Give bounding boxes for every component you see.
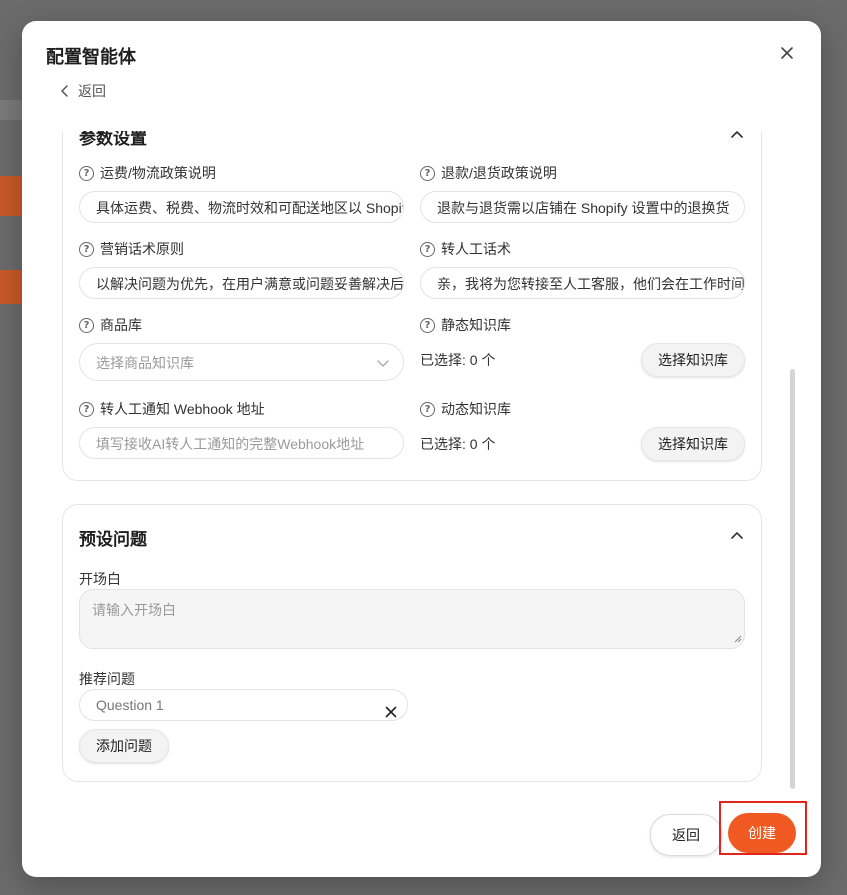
webhook-label: 转人工通知 Webhook 地址	[100, 401, 265, 417]
dynamic-kb-selected-count: 已选择: 0 个	[420, 436, 496, 452]
question-value: Question 1	[96, 697, 164, 713]
static-kb-label: 静态知识库	[441, 317, 511, 333]
background-accent	[0, 270, 22, 304]
preset-collapse-button[interactable]	[727, 525, 747, 545]
product-library-placeholder: 选择商品知识库	[96, 355, 194, 371]
handoff-script-label: 转人工话术	[441, 241, 511, 257]
product-library-select[interactable]: 选择商品知识库	[79, 343, 404, 381]
question-input[interactable]: Question 1	[79, 689, 408, 721]
clear-question-button[interactable]	[385, 698, 397, 728]
dynamic-kb-field: ? 动态知识库 已选择: 0 个 选择知识库	[420, 399, 745, 461]
footer-back-button[interactable]: 返回	[650, 814, 722, 856]
marketing-principle-input[interactable]: 以解决问题为优先，在用户满意或问题妥善解决后	[79, 267, 404, 299]
params-section: 参数设置 ? 运费/物流政策说明 具体运费、税费、物流时效和可配送地区以 Sho…	[62, 131, 762, 481]
close-icon	[781, 47, 793, 59]
preset-section-title: 预设问题	[79, 530, 147, 549]
shipping-policy-label: 运费/物流政策说明	[100, 165, 216, 181]
params-collapse-button[interactable]	[727, 131, 747, 144]
preset-questions-section: 预设问题 开场白 请输入开场白 推荐问题 Question 1 添加问题	[62, 504, 762, 782]
configure-agent-modal: 配置智能体 返回 参数设置 ? 运费/物流政策说明 具体运费、税费、物流时效和可…	[22, 21, 821, 877]
marketing-principle-field: ? 营销话术原则 以解决问题为优先，在用户满意或问题妥善解决后	[79, 239, 404, 299]
back-link[interactable]: 返回	[60, 81, 106, 101]
handoff-script-field: ? 转人工话术 亲，我将为您转接至人工客服，他们会在工作时间	[420, 239, 745, 299]
add-question-button[interactable]: 添加问题	[79, 729, 169, 763]
help-icon[interactable]: ?	[79, 317, 94, 333]
static-kb-select-button[interactable]: 选择知识库	[641, 343, 745, 377]
static-kb-selected-count: 已选择: 0 个	[420, 352, 496, 368]
close-icon	[385, 706, 397, 718]
resize-handle-icon[interactable]	[734, 630, 742, 646]
product-library-field: ? 商品库 选择商品知识库	[79, 315, 404, 381]
webhook-input[interactable]: 填写接收AI转人工通知的完整Webhook地址	[79, 427, 404, 459]
shipping-policy-input[interactable]: 具体运费、税费、物流时效和可配送地区以 Shopify	[79, 191, 404, 223]
opening-placeholder: 请输入开场白	[92, 602, 176, 618]
chevron-up-icon	[731, 131, 743, 138]
modal-scroll-area[interactable]: 参数设置 ? 运费/物流政策说明 具体运费、税费、物流时效和可配送地区以 Sho…	[22, 131, 821, 803]
opening-textarea[interactable]: 请输入开场白	[79, 589, 745, 649]
help-icon[interactable]: ?	[79, 165, 94, 181]
background-accent	[0, 176, 22, 216]
background-page	[0, 100, 22, 120]
help-icon[interactable]: ?	[420, 317, 435, 333]
refund-policy-input[interactable]: 退款与退货需以店铺在 Shopify 设置中的退换货	[420, 191, 745, 223]
shipping-policy-field: ? 运费/物流政策说明 具体运费、税费、物流时效和可配送地区以 Shopify	[79, 163, 404, 223]
modal-title: 配置智能体	[46, 47, 136, 67]
help-icon[interactable]: ?	[420, 165, 435, 181]
refund-policy-field: ? 退款/退货政策说明 退款与退货需以店铺在 Shopify 设置中的退换货	[420, 163, 745, 223]
marketing-principle-label: 营销话术原则	[100, 241, 184, 257]
create-button[interactable]: 创建	[728, 813, 796, 853]
chevron-up-icon	[731, 532, 743, 539]
recommend-label: 推荐问题	[79, 671, 135, 687]
handoff-script-input[interactable]: 亲，我将为您转接至人工客服，他们会在工作时间	[420, 267, 745, 299]
scrollbar[interactable]	[790, 369, 795, 789]
help-icon[interactable]: ?	[420, 401, 435, 417]
chevron-down-icon	[377, 344, 389, 380]
dynamic-kb-label: 动态知识库	[441, 401, 511, 417]
help-icon[interactable]: ?	[79, 401, 94, 417]
static-kb-field: ? 静态知识库 已选择: 0 个 选择知识库	[420, 315, 745, 377]
help-icon[interactable]: ?	[420, 241, 435, 257]
refund-policy-label: 退款/退货政策说明	[441, 165, 557, 181]
opening-label: 开场白	[79, 571, 121, 587]
chevron-left-icon	[61, 85, 68, 97]
dynamic-kb-select-button[interactable]: 选择知识库	[641, 427, 745, 461]
product-library-label: 商品库	[100, 317, 142, 333]
help-icon[interactable]: ?	[79, 241, 94, 257]
back-link-label: 返回	[78, 83, 106, 99]
params-section-title: 参数设置	[79, 131, 147, 148]
webhook-field: ? 转人工通知 Webhook 地址 填写接收AI转人工通知的完整Webhook…	[79, 399, 404, 459]
close-button[interactable]	[775, 41, 799, 65]
